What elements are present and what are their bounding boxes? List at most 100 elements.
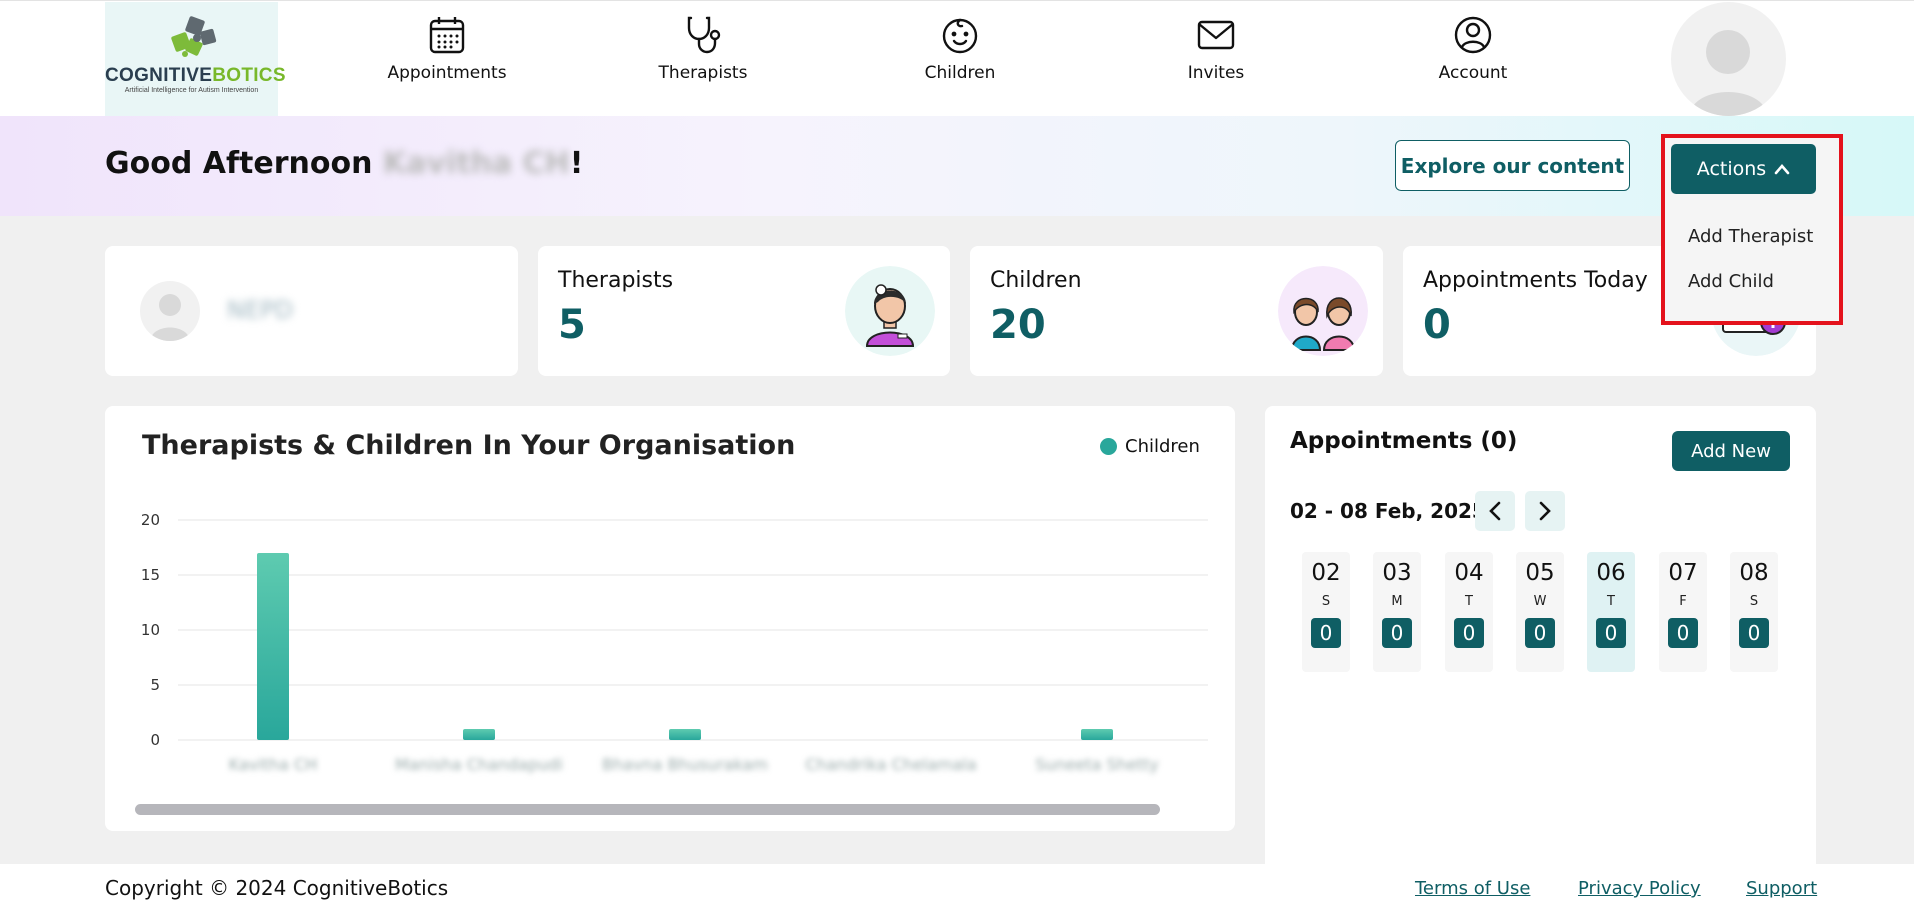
y-tick-label: 5	[150, 676, 160, 694]
day-appointment-count: 0	[1382, 618, 1412, 648]
bar-children	[1081, 729, 1113, 740]
footer: Copyright © 2024 CognitiveBotics Terms o…	[0, 864, 1914, 909]
y-tick-label: 20	[141, 511, 160, 529]
nav-label: Children	[924, 63, 996, 83]
user-avatar[interactable]	[1671, 2, 1786, 116]
chevron-left-icon	[1489, 501, 1501, 521]
greeting-text: Good Afternoon Kavitha CH!	[105, 146, 584, 181]
day-cell[interactable]: 03 M 0	[1373, 552, 1421, 672]
stat-value: 0	[1423, 302, 1451, 348]
explore-content-button[interactable]: Explore our content	[1395, 140, 1630, 191]
menu-add-child[interactable]: Add Child	[1688, 271, 1774, 292]
copyright-text: Copyright © 2024 CognitiveBotics	[105, 876, 449, 900]
bar-chart: 20 15 10 5 0 Kavitha CH Manisha Chandapudi Bhav…	[141, 511, 1208, 774]
day-appointment-count: 0	[1739, 618, 1769, 648]
day-number: 03	[1382, 560, 1412, 586]
brand-logo[interactable]: COGNITIVEBOTICS Artificial Intelligence …	[105, 2, 286, 116]
stat-title: Appointments Today	[1423, 268, 1648, 293]
organisation-avatar	[140, 281, 200, 341]
y-tick-label: 15	[141, 566, 160, 584]
appointments-card: Appointments (0) Add New 02 - 08 Feb, 20…	[1265, 406, 1816, 876]
day-number: 05	[1525, 560, 1555, 586]
day-appointment-count: 0	[1525, 618, 1555, 648]
nav-therapists[interactable]: Therapists	[613, 15, 793, 95]
y-tick-label: 0	[150, 731, 160, 749]
user-name: Kavitha CH	[382, 146, 570, 181]
previous-week-button[interactable]	[1475, 491, 1515, 531]
organisation-chart-card: Therapists & Children In Your Organisati…	[105, 406, 1235, 831]
day-of-week: F	[1679, 594, 1687, 609]
stat-title: Therapists	[558, 268, 674, 293]
stat-title: Children	[990, 268, 1082, 293]
children-stat-card[interactable]: Children 20	[970, 246, 1383, 376]
actions-button[interactable]: Actions	[1671, 144, 1816, 194]
bar-children	[669, 729, 701, 740]
bar-children	[257, 553, 289, 740]
day-cell[interactable]: 07 F 0	[1659, 552, 1707, 672]
day-number: 07	[1668, 560, 1698, 586]
x-tick-label: Bhavna Bhusurakam	[602, 755, 768, 774]
support-link[interactable]: Support	[1746, 878, 1817, 899]
bar-children	[463, 729, 495, 740]
day-of-week: T	[1607, 594, 1615, 609]
day-cell[interactable]: 04 T 0	[1445, 552, 1493, 672]
nav-invites[interactable]: Invites	[1126, 15, 1306, 95]
chevron-up-icon	[1774, 164, 1790, 175]
day-cell[interactable]: 05 W 0	[1516, 552, 1564, 672]
organisation-name: NEPD	[227, 296, 294, 324]
day-of-week: S	[1749, 594, 1759, 609]
next-week-button[interactable]	[1525, 491, 1565, 531]
therapists-stat-card[interactable]: Therapists 5	[538, 246, 950, 376]
x-tick-label: Kavitha CH	[229, 755, 317, 774]
stat-value: 5	[558, 302, 586, 348]
nav-label: Therapists	[658, 63, 748, 83]
person-placeholder-icon	[150, 294, 190, 341]
day-of-week: S	[1321, 594, 1331, 609]
add-new-appointment-button[interactable]: Add New	[1672, 431, 1790, 471]
calendar-icon	[429, 17, 465, 54]
day-of-week: W	[1533, 594, 1547, 609]
privacy-policy-link[interactable]: Privacy Policy	[1578, 878, 1701, 899]
person-placeholder-icon	[1689, 30, 1768, 116]
baby-face-icon	[942, 18, 978, 54]
terms-of-use-link[interactable]: Terms of Use	[1415, 878, 1530, 899]
y-tick-label: 10	[141, 621, 160, 639]
nav-label: Account	[1438, 63, 1508, 83]
envelope-icon	[1197, 20, 1235, 50]
day-appointment-count: 0	[1454, 618, 1484, 648]
menu-add-therapist[interactable]: Add Therapist	[1688, 226, 1813, 247]
stethoscope-icon	[687, 16, 721, 54]
puzzle-logo-icon	[171, 16, 217, 57]
x-tick-label: Manisha Chandapudi	[395, 755, 563, 774]
nav-appointments[interactable]: Appointments	[357, 15, 537, 95]
day-number: 02	[1311, 560, 1341, 586]
day-number: 04	[1454, 560, 1484, 586]
actions-dropdown: Actions Add Therapist Add Child	[1661, 134, 1843, 325]
day-number: 08	[1739, 560, 1769, 586]
date-range: 02 - 08 Feb, 2025	[1290, 499, 1486, 523]
day-number: 06	[1596, 560, 1626, 586]
nav-label: Appointments	[387, 63, 507, 83]
brand-wordmark: COGNITIVEBOTICS	[105, 65, 286, 86]
day-appointment-count: 0	[1596, 618, 1626, 648]
day-of-week: M	[1391, 594, 1403, 609]
user-circle-icon	[1454, 16, 1492, 54]
nav-account[interactable]: Account	[1383, 15, 1563, 95]
chart-horizontal-scrollbar[interactable]	[135, 804, 1160, 815]
x-tick-label: Chandrika Chelamala	[805, 755, 976, 774]
actions-label: Actions	[1696, 158, 1767, 180]
top-navigation: COGNITIVEBOTICS Artificial Intelligence …	[0, 0, 1914, 116]
chevron-right-icon	[1539, 501, 1551, 521]
day-cell[interactable]: 02 S 0	[1302, 552, 1350, 672]
day-of-week: T	[1465, 594, 1473, 609]
day-appointment-count: 0	[1668, 618, 1698, 648]
x-tick-label: Suneeta Shetty	[1035, 755, 1158, 774]
day-cell[interactable]: 08 S 0	[1730, 552, 1778, 672]
day-cell-selected[interactable]: 06 T 0	[1587, 552, 1635, 672]
nav-children[interactable]: Children	[870, 15, 1050, 95]
day-appointment-count: 0	[1311, 618, 1341, 648]
children-icon	[1278, 266, 1368, 356]
stat-value: 20	[990, 302, 1046, 348]
brand-tagline: Artificial Intelligence for Autism Inter…	[124, 87, 259, 94]
greeting-bar: Good Afternoon Kavitha CH! Explore our c…	[0, 116, 1914, 216]
